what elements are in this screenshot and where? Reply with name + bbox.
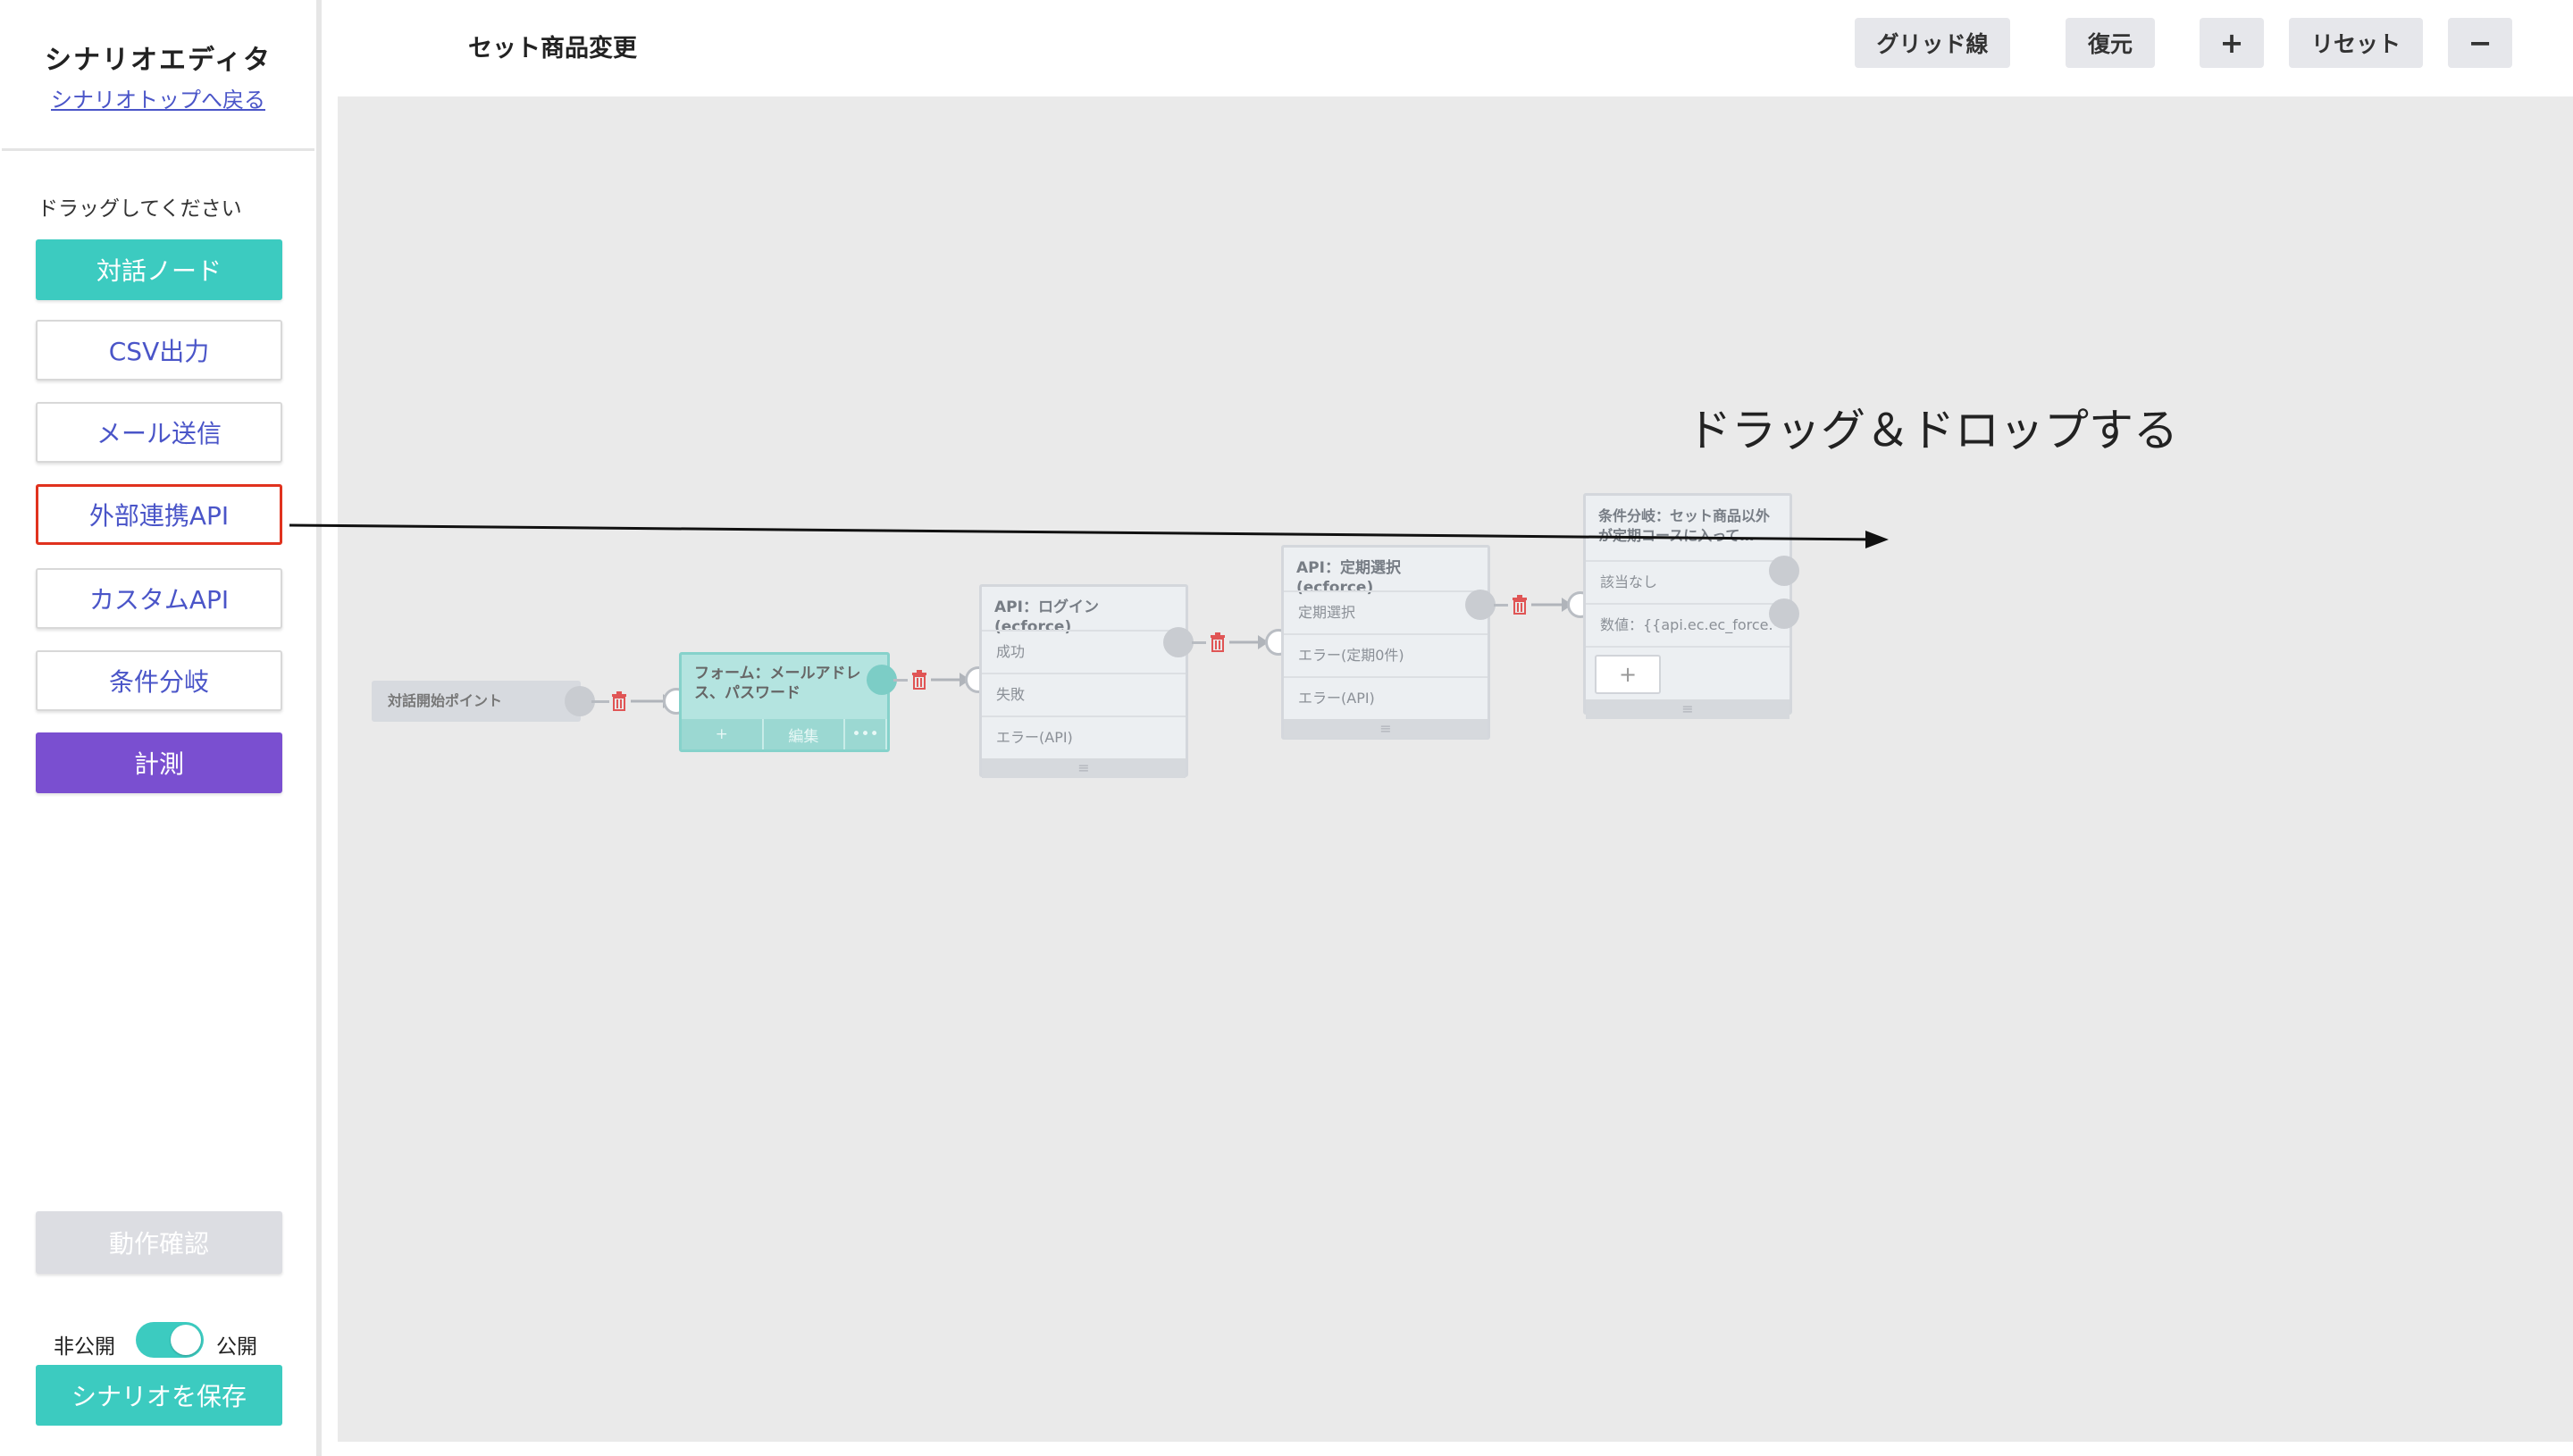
publish-toggle[interactable] [136,1322,204,1358]
zoom-in-button[interactable]: + [2200,18,2264,68]
back-to-top-link[interactable]: シナリオトップへ戻る [0,82,316,113]
palette-external-api-button[interactable]: 外部連携API [36,484,282,545]
branch-value-port[interactable] [1769,598,1799,629]
api-login-success-port[interactable] [1163,627,1194,657]
delete-connection-icon[interactable] [911,670,927,690]
drag-direction-arrow [289,523,1889,548]
form-node[interactable]: フォーム：メールアドレス、パスワード + 編集 ••• [679,652,890,752]
api-regular-output-port[interactable] [1465,590,1496,620]
form-output-port[interactable] [867,665,897,695]
connector-line [893,679,908,682]
publish-toggle-row: 非公開 公開 [36,1318,282,1365]
branch-add-row: + [1586,646,1789,699]
reset-button[interactable]: リセット [2289,18,2423,68]
save-scenario-button[interactable]: シナリオを保存 [36,1365,282,1426]
delete-connection-icon[interactable] [611,691,627,711]
drag-handle-icon[interactable]: ≡ [982,758,1186,778]
start-output-port[interactable] [565,686,595,716]
branch-row-none: 該当なし [1586,560,1789,603]
api-login-row-success: 成功 [982,630,1186,673]
sidebar: シナリオエディタ シナリオトップへ戻る ドラッグしてください 対話ノード CSV… [0,0,316,1456]
form-node-edit-button[interactable]: 編集 [764,719,846,749]
test-run-button[interactable]: 動作確認 [36,1211,282,1274]
api-login-row-error: エラー(API) [982,715,1186,758]
branch-none-port[interactable] [1769,556,1799,586]
zoom-out-button[interactable]: − [2448,18,2512,68]
palette-mail-send-button[interactable]: メール送信 [36,402,282,463]
connector-line [1192,641,1206,644]
api-login-node[interactable]: API：ログイン(ecforce) 成功 失敗 エラー(API) ≡ [979,584,1188,778]
palette-custom-api-button[interactable]: カスタムAPI [36,568,282,629]
flow-canvas[interactable] [338,96,2573,1442]
palette-branch-button[interactable]: 条件分岐 [36,650,282,711]
drag-hint: ドラッグしてください [38,197,242,221]
api-regular-row-zero: エラー(定期0件) [1284,633,1488,676]
api-login-title: API：ログイン(ecforce) [994,598,1099,636]
public-label: 公開 [216,1335,257,1359]
editor-title: シナリオエディタ [45,45,272,76]
connector-line [591,700,609,703]
branch-add-case-button[interactable]: + [1595,655,1661,694]
delete-connection-icon[interactable] [1210,632,1226,652]
api-regular-node[interactable]: API：定期選択(ecforce) 定期選択 エラー(定期0件) エラー(API… [1281,545,1490,740]
delete-connection-icon[interactable] [1512,595,1528,615]
sidebar-border [316,0,322,1456]
form-node-add-button[interactable]: + [682,719,764,749]
grid-lines-button[interactable]: グリッド線 [1855,18,2010,68]
form-node-more-button[interactable]: ••• [845,719,887,749]
palette-dialog-node-button[interactable]: 対話ノード [36,239,282,300]
connector-line [1494,604,1508,607]
form-node-title: フォーム：メールアドレス、パスワード [694,665,861,702]
palette-measure-button[interactable]: 計測 [36,732,282,793]
branch-row-value: 数値：{{api.ec.ec_force.· [1586,603,1789,646]
api-regular-row-select: 定期選択 [1284,590,1488,633]
drag-handle-icon[interactable]: ≡ [1586,699,1789,719]
api-login-row-failure: 失敗 [982,673,1186,715]
sidebar-divider [2,148,314,151]
toggle-knob [171,1325,201,1355]
form-node-actions: + 編集 ••• [682,719,887,749]
scenario-title: セット商品変更 [468,35,637,63]
private-label: 非公開 [54,1335,115,1359]
api-regular-title: API：定期選択(ecforce) [1296,559,1401,597]
restore-button[interactable]: 復元 [2066,18,2155,68]
drag-handle-icon[interactable]: ≡ [1284,719,1488,739]
api-regular-row-error: エラー(API) [1284,676,1488,719]
drag-drop-annotation: ドラッグ＆ドロップする [1687,405,2178,456]
palette-csv-output-button[interactable]: CSV出力 [36,320,282,381]
start-point-node[interactable]: 対話開始ポイント [372,681,581,722]
